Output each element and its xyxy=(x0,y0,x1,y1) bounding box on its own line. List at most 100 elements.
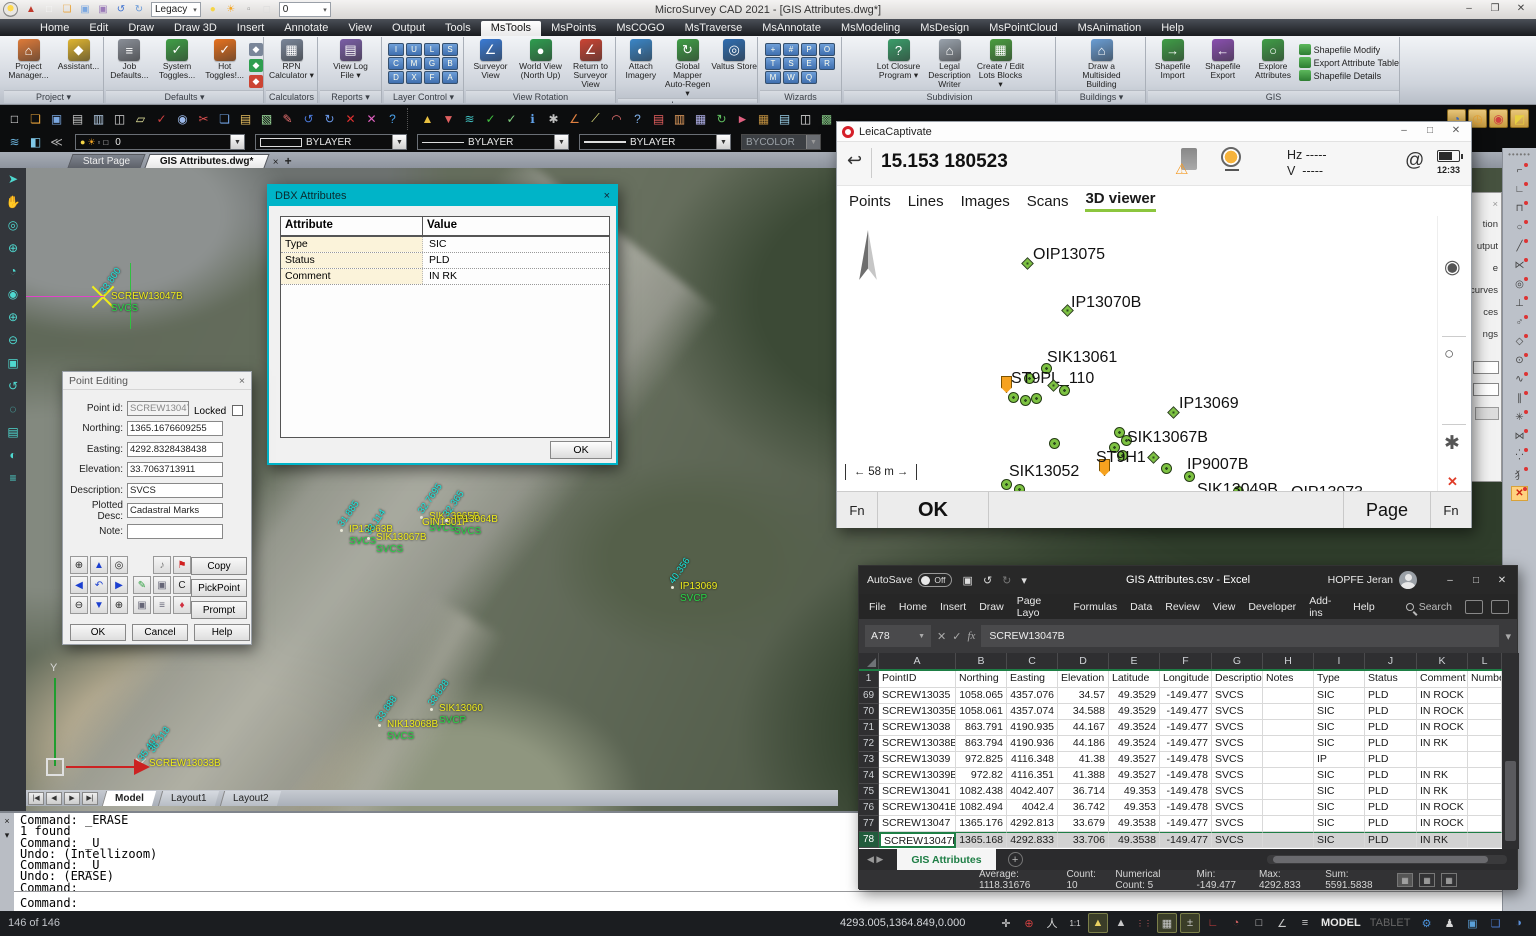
point-toggle-icon[interactable]: ✓ xyxy=(502,109,521,128)
zoom-window-icon[interactable]: ◎ xyxy=(110,556,128,574)
excel-menu-file[interactable]: File xyxy=(869,601,886,613)
ribbon-group-label[interactable]: Buildings ▾ xyxy=(1058,90,1145,103)
tool-icon-layer-control-d[interactable]: D xyxy=(388,71,404,84)
zoom-window-icon[interactable]: ◎ xyxy=(8,218,18,232)
copy-button[interactable]: Copy xyxy=(191,557,247,575)
point-editing-titlebar[interactable]: Point Editing × xyxy=(63,372,251,390)
tool-icon-layer-control-m[interactable]: M xyxy=(406,57,422,70)
sheet-tab-gis-attributes[interactable]: GIS Attributes xyxy=(897,849,995,870)
angle-tool-icon[interactable]: ∠ xyxy=(565,109,584,128)
linetype-dropdown[interactable]: BYLAYER▼ xyxy=(417,134,569,150)
survey-point-marker[interactable] xyxy=(1008,392,1019,403)
point-export-icon[interactable]: ▼ xyxy=(439,109,458,128)
open-file-icon[interactable]: ❏ xyxy=(26,109,45,128)
ribbon-group-label[interactable]: Subdivision xyxy=(844,90,1055,103)
tool-icon-wizards-s[interactable]: S xyxy=(783,57,799,70)
page-break-view-icon[interactable]: ▦ xyxy=(1441,873,1457,887)
input-elevation[interactable]: 33.7063713911 xyxy=(127,462,223,477)
tool-icon-wizards-[interactable]: + xyxy=(765,43,781,56)
open-file-icon[interactable]: ❏ xyxy=(59,2,75,17)
zoom-extents-icon[interactable]: ▣ xyxy=(7,356,18,370)
ribbon-button-shapefile-export[interactable]: ←Shapefile Export xyxy=(1198,39,1247,80)
survey-point-marker[interactable] xyxy=(1161,463,1172,474)
pin-icon[interactable]: ♦ xyxy=(173,596,191,614)
tool-icon-wizards-e[interactable]: E xyxy=(801,57,817,70)
sun-icon[interactable]: ☀ xyxy=(223,2,239,17)
spell-check-icon[interactable]: ✓ xyxy=(152,109,171,128)
point-ip13069-marker[interactable] xyxy=(1167,406,1180,419)
autosave-toggle[interactable]: Off xyxy=(918,573,952,587)
tool-icon-layer-control-c[interactable]: C xyxy=(388,57,404,70)
excel-menu-data[interactable]: Data xyxy=(1130,601,1152,613)
snap-point-filter-icon[interactable]: ⁛ xyxy=(1511,448,1528,463)
select-all-corner[interactable] xyxy=(859,653,879,669)
ribbon-button-assistant[interactable]: ◆Assistant... xyxy=(54,39,103,71)
ribbon-tab-msannotate[interactable]: MsAnnotate xyxy=(752,21,831,36)
tool-icon-layer-control-a[interactable]: A xyxy=(442,71,458,84)
layout-nav-last-icon[interactable]: ▶| xyxy=(82,792,98,805)
save-icon[interactable]: ▣ xyxy=(77,2,93,17)
layer-dropdown[interactable]: ●☀▫□ 0▼ xyxy=(75,134,245,150)
comments-icon[interactable] xyxy=(1491,600,1509,614)
ribbon-tab-mspointcloud[interactable]: MsPointCloud xyxy=(979,21,1067,36)
ribbon-group-label[interactable]: Layer Control ▾ xyxy=(384,90,463,103)
refresh-icon[interactable]: ↻ xyxy=(712,109,731,128)
close-command-icon[interactable]: × xyxy=(4,816,9,826)
table-row-70[interactable]: 70SCREW13035B1058.0614357.07434.58849.35… xyxy=(859,704,1502,720)
excel-vertical-scrollbar[interactable] xyxy=(1502,653,1519,849)
match-properties-icon[interactable]: ✎ xyxy=(278,109,297,128)
snap-off-icon[interactable]: ✕ xyxy=(1447,474,1458,490)
leica-tab-points[interactable]: Points xyxy=(849,193,891,210)
help-button[interactable]: Help xyxy=(194,624,250,641)
leica-tab-images[interactable]: Images xyxy=(961,193,1010,210)
col-header-F[interactable]: F xyxy=(1160,653,1212,669)
table-row-77[interactable]: 77SCREW130471365.1764292.81333.67949.353… xyxy=(859,816,1502,832)
purge-icon[interactable]: ✕ xyxy=(362,109,381,128)
excel-menu-help[interactable]: Help xyxy=(1353,601,1375,613)
sheet-nav-icons[interactable]: ◀ ▶ xyxy=(867,854,883,865)
fx-icon[interactable]: fx xyxy=(967,630,975,642)
compass-icon[interactable]: ◆ xyxy=(249,75,263,88)
col-header-G[interactable]: G xyxy=(1212,653,1263,669)
orbit-icon[interactable]: ◌ xyxy=(9,402,16,416)
locked-checkbox[interactable] xyxy=(232,405,243,416)
ribbon-button-rpn-calculator[interactable]: ▦RPN Calculator ▾ xyxy=(267,39,317,80)
globe-icon[interactable]: ◆ xyxy=(249,59,263,72)
layers-freeze-icon[interactable]: ▤ xyxy=(649,109,668,128)
settings-gear-icon[interactable]: ⚙ xyxy=(1417,913,1437,933)
tool-icon-layer-control-b[interactable]: B xyxy=(442,57,458,70)
excel-menu-insert[interactable]: Insert xyxy=(940,601,966,613)
command-options-icon[interactable]: ▾ xyxy=(5,830,10,841)
ribbon-button-draw-a-multisided-building[interactable]: ⌂Draw a Multisided Building xyxy=(1077,39,1127,89)
input-easting[interactable]: 4292.8328438438 xyxy=(127,442,223,457)
tool-icon-wizards-p[interactable]: P xyxy=(801,43,817,56)
status-icon-10[interactable]: ◔ xyxy=(1226,913,1246,933)
photo-icon[interactable]: ▣ xyxy=(153,576,171,594)
gear-icon[interactable]: ◆ xyxy=(249,43,263,56)
table-row-69[interactable]: 69SCREW130351058.0654357.07634.5749.3529… xyxy=(859,688,1502,704)
dbx-attribute-row[interactable]: TypeSIC xyxy=(281,237,609,253)
snap-nearest-icon[interactable]: ⊙ xyxy=(1511,353,1528,368)
share-icon[interactable] xyxy=(1465,600,1483,614)
ok-button[interactable]: OK xyxy=(70,624,126,641)
excel-menu-add-ins[interactable]: Add-ins xyxy=(1309,595,1340,619)
redo-icon[interactable]: ↻ xyxy=(131,2,147,17)
style-dropdown[interactable]: Legacy▾ xyxy=(151,2,201,17)
table-row-72[interactable]: 72SCREW13038B863.7944190.93644.18649.352… xyxy=(859,736,1502,752)
tool-icon-wizards-m[interactable]: M xyxy=(765,71,781,84)
paste-special-icon[interactable]: ▧ xyxy=(257,109,276,128)
tool-icon-wizards-q[interactable]: Q xyxy=(801,71,817,84)
excel-menu-home[interactable]: Home xyxy=(899,601,927,613)
status-icon-12[interactable]: ∠ xyxy=(1272,913,1292,933)
restore-button[interactable]: ❐ xyxy=(1482,0,1508,17)
color-dropdown[interactable]: BYLAYER▼ xyxy=(255,134,407,150)
monitor-icon[interactable]: ▣ xyxy=(1463,913,1483,933)
ribbon-tab-insert[interactable]: Insert xyxy=(227,21,275,36)
print-icon[interactable]: ▤ xyxy=(68,109,87,128)
input-description[interactable]: SVCS xyxy=(127,483,223,498)
ribbon-tab-home[interactable]: Home xyxy=(30,21,79,36)
grid-view-icon[interactable]: ▩ xyxy=(817,109,836,128)
name-box[interactable]: A78▼ xyxy=(865,625,931,647)
snap-none-icon[interactable]: ✕ xyxy=(1511,486,1528,501)
ribbon-group-label[interactable]: Calculators xyxy=(266,90,317,103)
